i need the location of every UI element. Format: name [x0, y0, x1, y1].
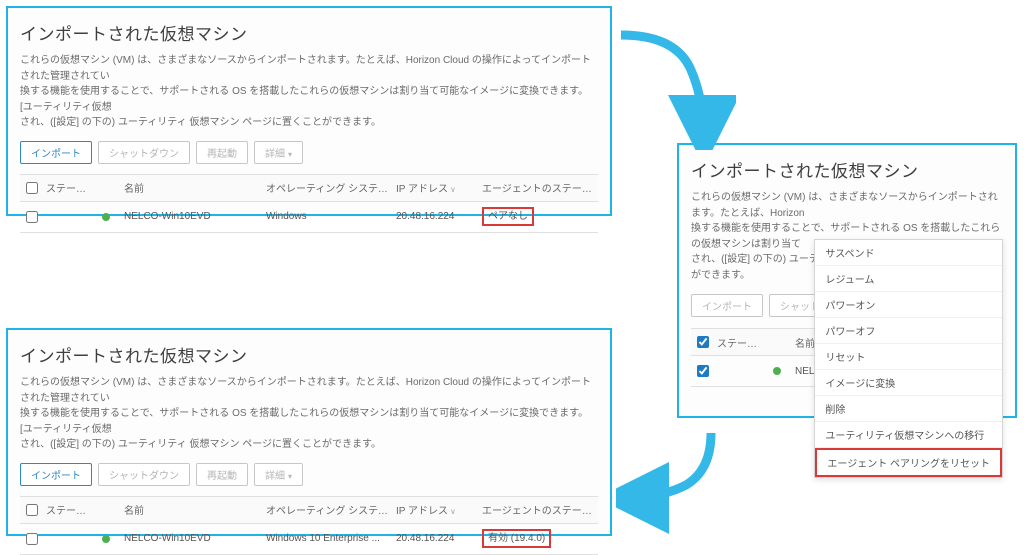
table-header: ステー...∨ 名前 オペレーティング システム∨ IP アドレス∨ エージェン… [20, 175, 598, 202]
select-all-checkbox[interactable] [20, 175, 42, 201]
row-checkbox[interactable] [20, 526, 42, 552]
vm-name: NELCO-Win10EVD [120, 207, 262, 226]
vm-table: ステー...∨ 名前 オペレーティング システム∨ IP アドレス∨ エージェン… [20, 174, 598, 233]
vm-name: NELCO-Win10EVD [120, 529, 262, 548]
menu-resume[interactable]: レジューム [815, 266, 1002, 292]
vm-os: Windows [262, 207, 392, 226]
flow-arrow-2 [616, 430, 736, 540]
menu-move-utility[interactable]: ユーティリティ仮想マシンへの移行 [815, 422, 1002, 448]
select-all-checkbox[interactable] [691, 329, 713, 355]
restart-button[interactable]: 再起動 [196, 463, 248, 486]
flow-arrow-1 [616, 10, 736, 150]
table-row[interactable]: NELCO-Win10EVD Windows 20.48.16.224 ペアなし [20, 202, 598, 232]
import-button[interactable]: インポート [20, 141, 92, 164]
page-title: インポートされた仮想マシン [20, 342, 598, 367]
toolbar: インポート シャットダウン 再起動 詳細▾ [20, 141, 598, 164]
menu-poweroff[interactable]: パワーオフ [815, 318, 1002, 344]
menu-delete[interactable]: 削除 [815, 396, 1002, 422]
col-name[interactable]: 名前 [120, 498, 262, 521]
status-dot-green [773, 367, 781, 375]
menu-convert[interactable]: イメージに変換 [815, 370, 1002, 396]
chevron-down-icon: ▾ [288, 150, 292, 159]
menu-poweron[interactable]: パワーオン [815, 292, 1002, 318]
toolbar: インポート シャットダウン 再起動 詳細▾ [20, 463, 598, 486]
menu-suspend[interactable]: サスペンド [815, 240, 1002, 266]
col-agent[interactable]: エージェントのステータス [478, 176, 598, 199]
col-os[interactable]: オペレーティング システム∨ [262, 498, 392, 521]
more-dropdown: サスペンド レジューム パワーオン パワーオフ リセット イメージに変換 削除 … [814, 239, 1003, 478]
status-dot-green [102, 535, 110, 543]
import-button[interactable]: インポート [691, 294, 763, 317]
col-status[interactable]: ステー...∨ [42, 498, 92, 521]
more-button[interactable]: 詳細▾ [254, 463, 303, 486]
col-status[interactable]: ステー...∨ [42, 176, 92, 199]
menu-reset[interactable]: リセット [815, 344, 1002, 370]
shutdown-button[interactable]: シャットダウン [98, 463, 190, 486]
shutdown-button[interactable]: シャットダウン [98, 141, 190, 164]
restart-button[interactable]: 再起動 [196, 141, 248, 164]
col-ip[interactable]: IP アドレス∨ [392, 176, 478, 199]
col-ip[interactable]: IP アドレス∨ [392, 498, 478, 521]
page-title: インポートされた仮想マシン [20, 20, 598, 45]
vm-table: ステー...∨ 名前 オペレーティング システム∨ IP アドレス∨ エージェン… [20, 496, 598, 555]
row-checkbox[interactable] [691, 358, 713, 384]
vm-ip: 20.48.16.224 [392, 529, 478, 548]
menu-reset-pairing[interactable]: エージェント ペアリングをリセット [815, 448, 1002, 477]
panel-unpaired: インポートされた仮想マシン これらの仮想マシン (VM) は、さまざまなソースか… [6, 6, 612, 216]
panel-paired: インポートされた仮想マシン これらの仮想マシン (VM) は、さまざまなソースか… [6, 328, 612, 536]
row-checkbox[interactable] [20, 204, 42, 230]
chevron-down-icon: ▾ [288, 472, 292, 481]
col-os[interactable]: オペレーティング システム∨ [262, 176, 392, 199]
col-status[interactable]: ステー...∨ [713, 331, 763, 354]
description: これらの仮想マシン (VM) は、さまざまなソースからインポートされます。たとえ… [20, 53, 598, 131]
page-title: インポートされた仮想マシン [691, 157, 1003, 182]
vm-os: Windows 10 Enterprise ... [262, 529, 392, 548]
import-button[interactable]: インポート [20, 463, 92, 486]
description: これらの仮想マシン (VM) は、さまざまなソースからインポートされます。たとえ… [20, 375, 598, 453]
vm-ip: 20.48.16.224 [392, 207, 478, 226]
table-row[interactable]: NELCO-Win10EVD Windows 10 Enterprise ...… [20, 524, 598, 554]
col-agent[interactable]: エージェントのステータス [478, 498, 598, 521]
more-button[interactable]: 詳細▾ [254, 141, 303, 164]
col-name[interactable]: 名前 [120, 176, 262, 199]
agent-status-paired: 有効 (19.4.0) [482, 529, 551, 548]
table-header: ステー...∨ 名前 オペレーティング システム∨ IP アドレス∨ エージェン… [20, 497, 598, 524]
agent-status-unpaired: ペアなし [482, 207, 534, 226]
panel-dropdown: インポートされた仮想マシン これらの仮想マシン (VM) は、さまざまなソースか… [677, 143, 1017, 418]
select-all-checkbox[interactable] [20, 497, 42, 523]
status-dot-green [102, 213, 110, 221]
